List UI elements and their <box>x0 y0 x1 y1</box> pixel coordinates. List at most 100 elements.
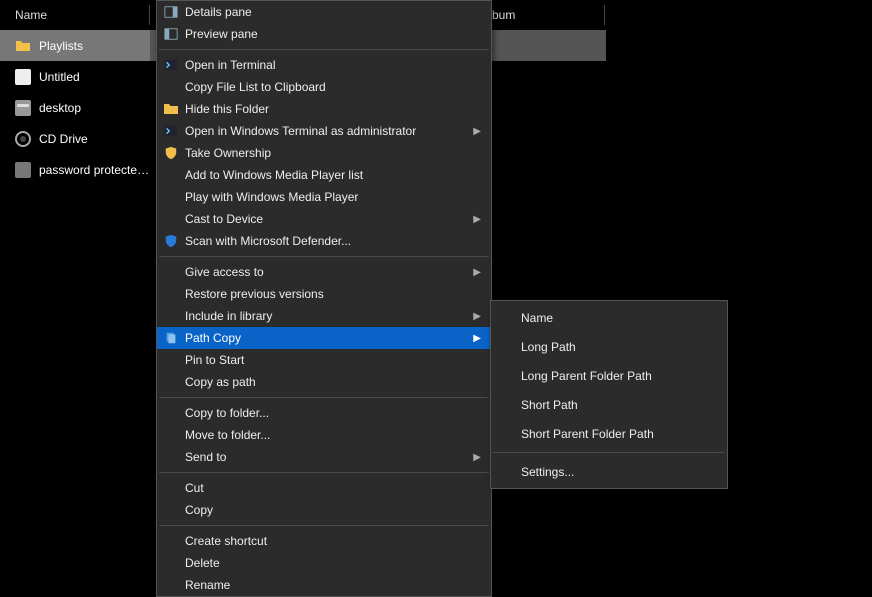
submenu-item-label: Settings... <box>521 465 574 479</box>
menu-item-label: Copy to folder... <box>185 406 269 420</box>
menu-item-details-pane[interactable]: Details pane <box>157 1 491 23</box>
menu-item-label: Add to Windows Media Player list <box>185 168 363 182</box>
menu-item-label: Copy <box>185 503 213 517</box>
column-header-album[interactable]: bum <box>480 0 605 30</box>
copy-icon <box>163 330 179 346</box>
menu-item-copy-as-path[interactable]: Copy as path <box>157 371 491 393</box>
menu-item-pin-to-start[interactable]: Pin to Start <box>157 349 491 371</box>
menu-item-play-with-windows-media-player[interactable]: Play with Windows Media Player <box>157 186 491 208</box>
file-list-sidebar: Name Playlists Untitled desktop CD Drive pas… <box>0 0 150 554</box>
menu-item-label: Scan with Microsoft Defender... <box>185 234 351 248</box>
menu-item-delete[interactable]: Delete <box>157 552 491 574</box>
menu-item-copy-to-folder[interactable]: Copy to folder... <box>157 402 491 424</box>
submenu-item-label: Name <box>521 311 553 325</box>
submenu-item-label: Short Path <box>521 398 578 412</box>
menu-item-label: Send to <box>185 450 226 464</box>
menu-item-label: Cast to Device <box>185 212 263 226</box>
shield-icon <box>163 233 179 249</box>
shield-icon <box>163 145 179 161</box>
menu-item-cast-to-device[interactable]: Cast to Device ▶ <box>157 208 491 230</box>
folder-icon <box>15 38 31 54</box>
menu-item-label: Cut <box>185 481 204 495</box>
menu-item-label: Open in Terminal <box>185 58 276 72</box>
submenu-item-name[interactable]: Name <box>491 303 727 332</box>
menu-item-label: Preview pane <box>185 27 258 41</box>
menu-separator <box>159 49 489 50</box>
menu-item-cut[interactable]: Cut <box>157 477 491 499</box>
menu-item-take-ownership[interactable]: Take Ownership <box>157 142 491 164</box>
menu-item-label: Copy as path <box>185 375 256 389</box>
menu-item-label: Rename <box>185 578 230 592</box>
menu-separator <box>493 452 725 453</box>
folder-icon <box>163 101 179 117</box>
menu-item-rename[interactable]: Rename <box>157 574 491 596</box>
menu-separator <box>159 472 489 473</box>
column-header-album-label: bum <box>492 8 515 22</box>
chevron-right-icon: ▶ <box>473 311 481 322</box>
menu-item-scan-with-microsoft-defender[interactable]: Scan with Microsoft Defender... <box>157 230 491 252</box>
submenu-item-label: Long Path <box>521 340 576 354</box>
terminal-icon <box>163 123 179 139</box>
menu-item-label: Pin to Start <box>185 353 244 367</box>
menu-item-create-shortcut[interactable]: Create shortcut <box>157 530 491 552</box>
menu-item-preview-pane[interactable]: Preview pane <box>157 23 491 45</box>
submenu-item-settings[interactable]: Settings... <box>491 457 727 486</box>
menu-item-hide-this-folder[interactable]: Hide this Folder <box>157 98 491 120</box>
menu-separator <box>159 256 489 257</box>
file-icon <box>15 69 31 85</box>
menu-item-label: Open in Windows Terminal as administrato… <box>185 124 416 138</box>
menu-item-label: Create shortcut <box>185 534 267 548</box>
chevron-right-icon: ▶ <box>473 214 481 225</box>
menu-item-label: Hide this Folder <box>185 102 269 116</box>
submenu-item-short-parent-folder-path[interactable]: Short Parent Folder Path <box>491 419 727 448</box>
menu-item-label: Take Ownership <box>185 146 271 160</box>
file-item-password-protected-[interactable]: password protected... <box>0 154 150 185</box>
submenu-item-label: Short Parent Folder Path <box>521 427 654 441</box>
encrypted-drive-icon <box>15 162 31 178</box>
menu-item-path-copy[interactable]: Path Copy ▶ <box>157 327 491 349</box>
submenu-item-long-parent-folder-path[interactable]: Long Parent Folder Path <box>491 361 727 390</box>
menu-item-move-to-folder[interactable]: Move to folder... <box>157 424 491 446</box>
menu-item-label: Play with Windows Media Player <box>185 190 358 204</box>
menu-separator <box>159 397 489 398</box>
menu-item-label: Include in library <box>185 309 272 323</box>
menu-item-copy-file-list-to-clipboard[interactable]: Copy File List to Clipboard <box>157 76 491 98</box>
menu-item-open-in-terminal[interactable]: Open in Terminal <box>157 54 491 76</box>
file-item-playlists[interactable]: Playlists <box>0 30 150 61</box>
menu-item-label: Path Copy <box>185 331 241 345</box>
chevron-right-icon: ▶ <box>473 267 481 278</box>
file-item-label: password protected... <box>39 163 150 177</box>
column-header-name-label: Name <box>15 8 47 22</box>
menu-item-label: Delete <box>185 556 220 570</box>
menu-item-send-to[interactable]: Send to▶ <box>157 446 491 468</box>
menu-item-copy[interactable]: Copy <box>157 499 491 521</box>
menu-item-add-to-windows-media-player-list[interactable]: Add to Windows Media Player list <box>157 164 491 186</box>
disc-icon <box>15 131 31 147</box>
submenu-item-long-path[interactable]: Long Path <box>491 332 727 361</box>
terminal-icon <box>163 57 179 73</box>
file-item-label: Playlists <box>39 39 83 53</box>
chevron-right-icon: ▶ <box>473 333 481 344</box>
chevron-right-icon: ▶ <box>473 126 481 137</box>
context-menu: Details pane Preview pane Open in Terminal… <box>156 0 492 597</box>
path-copy-submenu: Name Long Path Long Parent Folder Path Shor… <box>490 300 728 489</box>
menu-item-give-access-to[interactable]: Give access to ▶ <box>157 261 491 283</box>
file-item-label: Untitled <box>39 70 80 84</box>
submenu-item-short-path[interactable]: Short Path <box>491 390 727 419</box>
menu-item-restore-previous-versions[interactable]: Restore previous versions <box>157 283 491 305</box>
menu-item-label: Restore previous versions <box>185 287 324 301</box>
file-item-desktop[interactable]: desktop <box>0 92 150 123</box>
menu-item-label: Move to folder... <box>185 428 270 442</box>
menu-item-open-in-windows-terminal-as-administrator[interactable]: Open in Windows Terminal as administrato… <box>157 120 491 142</box>
menu-item-include-in-library[interactable]: Include in library ▶ <box>157 305 491 327</box>
file-item-untitled[interactable]: Untitled <box>0 61 150 92</box>
file-item-label: CD Drive <box>39 132 88 146</box>
menu-separator <box>159 525 489 526</box>
menu-item-label: Give access to <box>185 265 264 279</box>
file-item-label: desktop <box>39 101 81 115</box>
column-header-name[interactable]: Name <box>0 0 150 30</box>
drive-icon <box>15 100 31 116</box>
file-item-cd-drive[interactable]: CD Drive <box>0 123 150 154</box>
menu-item-label: Copy File List to Clipboard <box>185 80 326 94</box>
menu-item-label: Details pane <box>185 5 252 19</box>
